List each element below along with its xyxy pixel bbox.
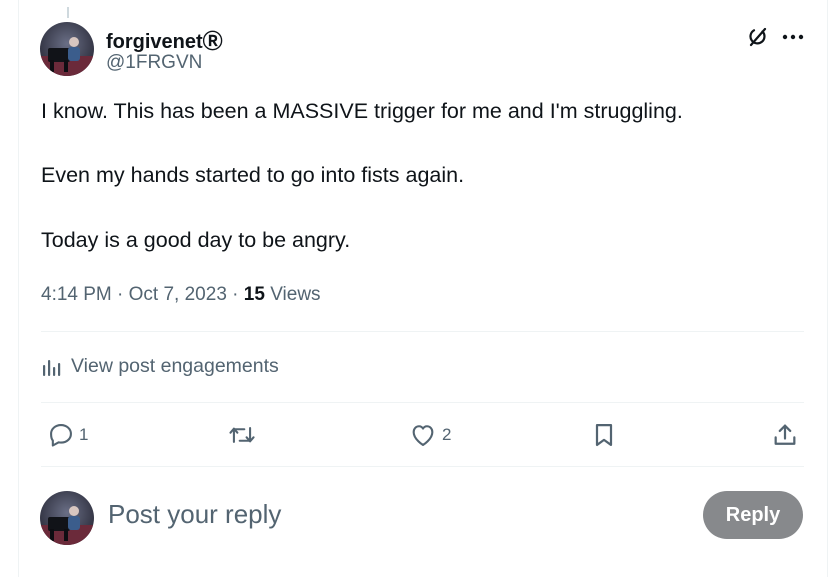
like-count: 2: [442, 425, 452, 444]
thread-connector-line: [67, 7, 69, 18]
bookmark-icon: [595, 423, 613, 447]
meta-separator: ·: [117, 284, 129, 305]
view-engagements-link[interactable]: View post engagements: [41, 355, 279, 378]
avatar-image: [40, 491, 94, 545]
reply-icon: [50, 424, 72, 447]
like-button[interactable]: 2: [408, 420, 451, 450]
current-user-avatar[interactable]: [40, 491, 94, 545]
avatar[interactable]: [40, 22, 94, 76]
repost-button[interactable]: [227, 420, 261, 450]
engagements-label: View post engagements: [71, 355, 279, 377]
share-button[interactable]: [771, 420, 799, 450]
bookmark-button[interactable]: [590, 420, 618, 450]
reply-input[interactable]: Post your reply: [108, 499, 281, 530]
post-text-line: Even my hands started to go into fists a…: [41, 163, 465, 187]
repost-icon: [229, 427, 255, 443]
author-handle[interactable]: @1FRGVN: [106, 52, 202, 74]
post-text-line: I know. This has been a MASSIVE trigger …: [41, 99, 683, 123]
post-date[interactable]: Oct 7, 2023: [129, 284, 227, 305]
share-icon: [774, 424, 796, 445]
reply-submit-button[interactable]: Reply: [703, 491, 803, 539]
divider: [41, 402, 804, 403]
grok-icon[interactable]: [744, 24, 770, 50]
meta-separator: ·: [232, 284, 244, 305]
divider: [41, 466, 804, 467]
author-display-name[interactable]: forgivenetⓇ: [106, 25, 223, 54]
views-label: Views: [270, 284, 321, 305]
avatar-image: [40, 22, 94, 76]
bar-chart-icon: [43, 359, 61, 376]
reply-button[interactable]: 1: [47, 420, 88, 450]
like-icon: [412, 425, 434, 446]
post-time[interactable]: 4:14 PM: [41, 284, 112, 305]
post-text-line: Today is a good day to be angry.: [41, 228, 351, 252]
reply-count: 1: [79, 425, 89, 444]
post-meta: 4:14 PM · Oct 7, 2023 · 15 Views: [41, 284, 321, 306]
divider: [41, 331, 804, 332]
more-icon[interactable]: [780, 26, 806, 48]
views-count: 15: [243, 284, 265, 305]
